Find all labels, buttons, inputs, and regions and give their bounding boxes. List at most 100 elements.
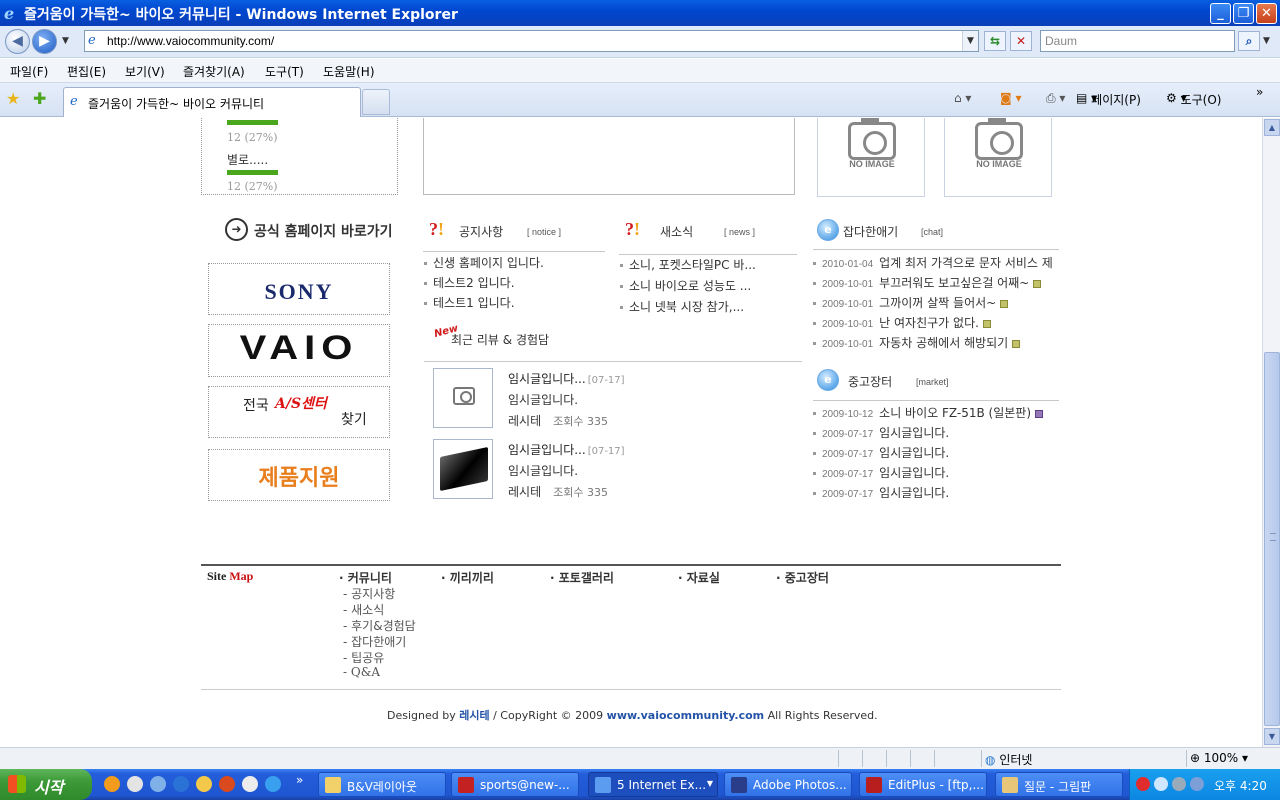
notice-title[interactable]: 공지사항 [459,223,503,240]
tray-expand-icon[interactable] [1154,777,1168,791]
review-thumbnail[interactable] [433,439,493,499]
list-item[interactable]: 소니 바이오로 성능도 ... [620,277,751,294]
tray-icon[interactable] [1172,777,1186,791]
list-item[interactable]: 2009-10-01 그까이꺼 살짝 들어서~ [813,294,1009,311]
add-favorite-icon[interactable]: ✚ [33,89,46,108]
close-button[interactable]: ✕ [1256,3,1277,24]
sitemap-link[interactable]: - 새소식 [343,601,384,618]
sony-banner[interactable]: SONY [208,263,390,315]
quicklaunch-icon[interactable] [104,776,120,792]
feeds-icon[interactable]: ◙ ▾ [1000,91,1021,105]
quicklaunch-icon[interactable] [150,776,166,792]
volume-icon[interactable] [1190,777,1204,791]
chat-title[interactable]: 잡다한애기 [843,223,898,240]
tab-vaio-community[interactable]: e 즐거움이 가득한~ 바이오 커뮤니티 [63,87,361,117]
stop-icon[interactable]: ✕ [1010,31,1032,51]
menu-edit[interactable]: 편집(E) [67,63,106,80]
address-dropdown-icon[interactable]: ▼ [962,31,978,51]
print-icon[interactable]: ⎙ ▾ [1046,91,1065,106]
list-item[interactable]: 2009-10-12 소니 바이오 FZ-51B (일본판) [813,404,1044,421]
list-item[interactable]: 2009-07-17 임시글입니다. [813,444,949,461]
forward-button[interactable]: ▶ [32,29,57,54]
sitemap-group[interactable]: · 끼리끼리 [441,569,494,586]
review-thumbnail[interactable] [433,368,493,428]
quicklaunch-icon[interactable] [127,776,143,792]
list-item[interactable]: 2009-10-01 자동차 공해에서 해방되기 [813,334,1021,351]
gallery-thumb[interactable]: NO IMAGE [944,118,1052,197]
scroll-up-icon[interactable]: ▲ [1264,119,1280,136]
list-item[interactable]: 2009-07-17 임시글입니다. [813,424,949,441]
taskbar-button[interactable]: 5 Internet Ex... ▼ [588,772,718,797]
sitemap-link[interactable]: - 후기&경험담 [343,617,416,634]
address-url[interactable]: http://www.vaiocommunity.com/ [107,34,274,48]
list-item[interactable]: 신생 홈페이지 입니다. [424,254,544,271]
news-title[interactable]: 새소식 [660,223,693,240]
list-item[interactable]: 2009-07-17 임시글입니다. [813,464,949,481]
quicklaunch-icon[interactable] [219,776,235,792]
sitemap-market[interactable]: · 중고장터 [776,569,829,586]
list-item[interactable]: 테스트1 입니다. [424,294,515,311]
site-link[interactable]: www.vaiocommunity.com [607,709,764,722]
sitemap-community[interactable]: · 커뮤니티 [339,569,392,586]
vaio-banner[interactable]: VAIO [208,324,390,377]
reviews-title[interactable]: 최근 리뷰 & 경험담 [451,331,549,348]
search-options-icon[interactable]: ▼ [1263,36,1270,46]
sitemap-gallery[interactable]: · 포토갤러리 [550,569,614,586]
review-title[interactable]: 임시글입니다... [07-17] [508,370,625,387]
quicklaunch-more-icon[interactable]: » [296,773,303,787]
sitemap-link[interactable]: - 잡다한애기 [343,633,406,650]
page-menu-button[interactable]: ▤ 페이지(P) ▾ [1076,91,1141,107]
list-item[interactable]: 2009-10-01 난 여자친구가 없다. [813,314,991,331]
quicklaunch-icon[interactable] [242,776,258,792]
designer-link[interactable]: 레시테 [459,709,489,722]
history-dropdown-icon[interactable]: ▼ [62,36,69,46]
taskbar-button[interactable]: 질문 - 그림판 [995,772,1123,797]
search-input[interactable]: Daum [1040,30,1235,52]
list-item[interactable]: 테스트2 입니다. [424,274,515,291]
tools-menu-button[interactable]: ⚙ 도구(O) ▾ [1166,91,1221,107]
menu-file[interactable]: 파일(F) [10,63,48,80]
list-item[interactable]: 2010-01-04 업계 최저 가격으로 문자 서비스 제 [813,254,1053,271]
sitemap-link[interactable]: - 팁공유 [343,649,384,666]
list-item[interactable]: 2009-10-01 부끄러워도 보고싶은걸 어째~ [813,274,1042,291]
vertical-scrollbar[interactable]: ▲ ▼ [1262,118,1280,747]
sitemap-archive[interactable]: · 자료실 [678,569,720,586]
market-title[interactable]: 중고장터 [848,373,892,390]
back-button[interactable]: ◀ [5,29,30,54]
ie-quicklaunch-icon[interactable] [173,776,189,792]
sitemap-link[interactable]: - Q&A [343,665,380,679]
review-title[interactable]: 임시글입니다... [07-17] [508,441,625,458]
list-item[interactable]: 소니 넷북 시장 참가,... [620,298,744,315]
tray-icon[interactable] [1136,777,1150,791]
menu-favorites[interactable]: 즐겨찾기(A) [183,63,245,80]
review-meta: 레시테 조회수 335 [508,414,608,428]
refresh-icon[interactable]: ⇆ [984,31,1006,51]
quicklaunch-icon[interactable] [265,776,281,792]
scroll-thumb[interactable] [1264,352,1280,726]
sitemap-link[interactable]: - 공지사항 [343,585,395,602]
menu-view[interactable]: 보기(V) [125,63,165,80]
product-support-banner[interactable]: 제품지원 [208,449,390,501]
menu-help[interactable]: 도움말(H) [323,63,375,80]
taskbar-button[interactable]: EditPlus - [ftp,... [859,772,987,797]
search-icon[interactable]: ⌕ [1238,31,1260,51]
list-item[interactable]: 소니, 포켓스타일PC 바... [620,256,756,273]
address-bar[interactable]: e http://www.vaiocommunity.com/ ▼ [84,30,979,52]
new-tab-button[interactable] [362,89,390,115]
favorites-star-icon[interactable]: ★ [6,89,20,108]
start-button[interactable]: 시작 [0,769,92,800]
taskbar-button[interactable]: B&V레이아웃 [318,772,446,797]
scroll-down-icon[interactable]: ▼ [1264,728,1280,745]
taskbar-button[interactable]: Adobe Photos... [724,772,852,797]
gallery-thumb[interactable]: NO IMAGE [817,118,925,197]
list-item[interactable]: 2009-07-17 임시글입니다. [813,484,949,501]
zoom-level[interactable]: ⊕ 100% ▾ [1190,751,1248,765]
minimize-button[interactable]: _ [1210,3,1231,24]
as-center-banner[interactable]: 전국 A/S센터 찾기 [208,386,390,438]
taskbar-button[interactable]: sports@new-... [451,772,579,797]
quicklaunch-icon[interactable] [196,776,212,792]
home-icon[interactable]: ⌂ ▾ [954,91,971,105]
restore-button[interactable]: ❐ [1233,3,1254,24]
toolbar-more-icon[interactable]: » [1256,85,1263,99]
menu-tools[interactable]: 도구(T) [265,63,304,80]
